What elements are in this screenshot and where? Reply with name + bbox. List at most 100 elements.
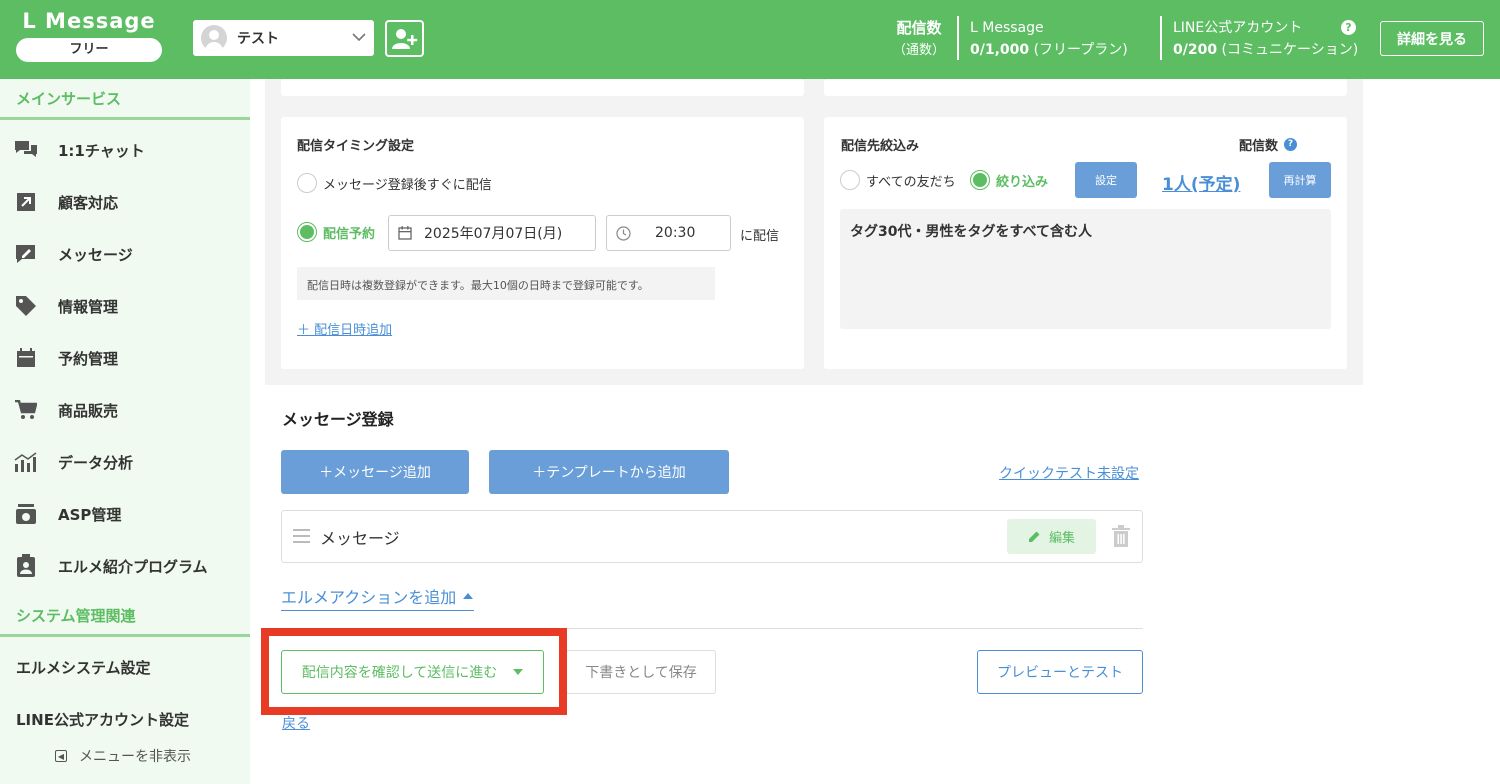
count-label-group: 配信数 ? [1239, 135, 1298, 154]
sidebar-item-customer[interactable]: 顧客対応 [0, 187, 250, 217]
clipboard-user-icon [14, 554, 38, 577]
brand[interactable]: L Message フリー [16, 8, 162, 62]
radio-label: 配信予約 [323, 226, 376, 242]
line-stats: LINE公式アカウント 0/200 (コミュニケーション) [1173, 17, 1358, 61]
message-register-heading: メッセージ登録 [282, 410, 394, 429]
radio-button[interactable] [297, 222, 317, 242]
cart-icon [14, 399, 38, 421]
preview-test-button[interactable]: プレビューとテスト [977, 650, 1143, 694]
sidebar-item-label: ASP管理 [58, 505, 122, 524]
hide-menu-button[interactable]: ◀ メニューを非表示 [55, 746, 191, 766]
estimated-count-link[interactable]: 1人(予定) [1162, 170, 1240, 195]
sidebar-item-label: データ分析 [58, 453, 134, 472]
radio-button[interactable] [840, 170, 860, 190]
sidebar-item-asp[interactable]: ASP管理 [0, 499, 250, 529]
radio-filter[interactable]: 絞り込み [970, 170, 1048, 190]
section-bar [0, 634, 250, 637]
add-datetime-link[interactable]: ＋ 配信日時追加 [297, 319, 392, 338]
quick-test-link[interactable]: クイックテスト未設定 [999, 463, 1139, 483]
account-select[interactable]: テスト [193, 20, 374, 56]
plan-badge: フリー [16, 38, 162, 62]
sidebar-item-label: 予約管理 [58, 349, 119, 368]
date-value: 2025年07月07日(月) [424, 226, 563, 242]
delivery-count-label: 配信数 （通数） [893, 18, 945, 61]
add-action-label: エルメアクションを追加 [281, 588, 457, 607]
sidebar-item-label: 情報管理 [58, 297, 119, 316]
add-user-icon [391, 28, 417, 49]
sidebar-item-label: メッセージ [58, 245, 133, 264]
section-bar [0, 117, 250, 120]
chat-icon [14, 139, 38, 161]
add-from-template-button[interactable]: ＋テンプレートから追加 [489, 450, 729, 494]
line-count: 0/200 [1173, 42, 1218, 58]
sidebar-item-referral[interactable]: エルメ紹介プログラム [0, 551, 250, 581]
sidebar-item-line-settings[interactable]: LINE公式アカウント設定 [16, 709, 189, 730]
add-user-button[interactable] [385, 20, 424, 57]
delivery-suffix: に配信 [740, 229, 780, 244]
message-label: メッセージ [320, 529, 400, 548]
help-icon[interactable]: ? [1284, 138, 1298, 151]
sidebar-item-label: 商品販売 [58, 401, 119, 420]
stats-sublabel: （通数） [893, 43, 946, 58]
radio-button[interactable] [970, 170, 990, 190]
save-draft-button[interactable]: 下書きとして保存 [566, 650, 716, 694]
sidebar-item-analytics[interactable]: データ分析 [0, 447, 250, 477]
edit-message-icon [14, 243, 38, 265]
filter-settings-button[interactable]: 設定 [1075, 162, 1137, 198]
lmessage-stats: L Message 0/1,000 (フリープラン) [970, 17, 1128, 61]
sidebar-item-info[interactable]: 情報管理 [0, 291, 250, 321]
chart-icon [14, 451, 38, 473]
radio-immediate[interactable]: メッセージ登録後すぐに配信 [297, 173, 492, 193]
divider [957, 16, 959, 60]
tag-icon [14, 295, 38, 317]
line-plan: (コミュニケーション) [1221, 42, 1359, 58]
lmessage-label: L Message [970, 20, 1044, 36]
edit-button[interactable]: 編集 [1007, 519, 1096, 554]
time-input[interactable]: 20:30 [606, 215, 731, 251]
lmessage-count: 0/1,000 [970, 42, 1030, 58]
register-icon [14, 503, 38, 525]
radio-schedule[interactable]: 配信予約 [297, 222, 375, 242]
sidebar: メインサービス 1:1チャット 顧客対応 メッセージ 情報管理 予約管理 商品販… [0, 79, 250, 784]
radio-all-friends[interactable]: すべての友だち [840, 170, 956, 190]
sidebar-item-chat[interactable]: 1:1チャット [0, 135, 250, 165]
lmessage-plan: (フリープラン) [1033, 42, 1128, 58]
message-item[interactable]: メッセージ 編集 [281, 510, 1143, 563]
stats-label: 配信数 [896, 19, 942, 37]
drag-handle-icon[interactable] [293, 529, 310, 547]
add-action-link[interactable]: エルメアクションを追加 [281, 584, 475, 611]
sidebar-item-system-settings[interactable]: エルメシステム設定 [16, 657, 151, 678]
chevron-down-icon [352, 30, 366, 46]
pencil-icon [1028, 531, 1040, 542]
calendar-icon [398, 226, 412, 240]
target-title: 配信先絞込み [841, 139, 920, 154]
details-button[interactable]: 詳細を見る [1380, 21, 1484, 56]
sidebar-item-sales[interactable]: 商品販売 [0, 395, 250, 425]
trash-icon[interactable] [1112, 525, 1130, 551]
sidebar-item-label: 1:1チャット [58, 141, 145, 160]
hide-menu-label: メニューを非表示 [79, 749, 191, 765]
timing-note: 配信日時は複数登録ができます。最大10個の日時まで登録可能です。 [297, 267, 715, 300]
sidebar-item-reservation[interactable]: 予約管理 [0, 343, 250, 373]
date-input[interactable]: 2025年07月07日(月) [388, 215, 596, 251]
time-value: 20:30 [655, 225, 696, 241]
brand-logo: L Message [22, 9, 156, 33]
back-link[interactable]: 戻る [282, 713, 310, 733]
highlight-box [261, 628, 567, 715]
sidebar-item-message[interactable]: メッセージ [0, 239, 250, 269]
timing-title: 配信タイミング設定 [297, 139, 415, 154]
help-icon[interactable]: ? [1341, 20, 1356, 35]
sidebar-item-label: 顧客対応 [58, 193, 119, 212]
sidebar-item-label: エルメ紹介プログラム [58, 557, 208, 576]
filter-condition-text: タグ30代・男性をタグをすべて含む人 [840, 209, 1331, 329]
count-label: 配信数 [1239, 139, 1279, 154]
recalculate-button[interactable]: 再計算 [1269, 162, 1331, 198]
radio-button[interactable] [297, 173, 317, 193]
card-top-stub [824, 79, 1347, 96]
avatar [201, 25, 227, 51]
arrow-icon [14, 191, 38, 213]
calendar-icon [14, 347, 38, 369]
card-top-stub [281, 79, 804, 96]
add-message-button[interactable]: ＋メッセージ追加 [281, 450, 469, 494]
divider [1160, 16, 1162, 60]
